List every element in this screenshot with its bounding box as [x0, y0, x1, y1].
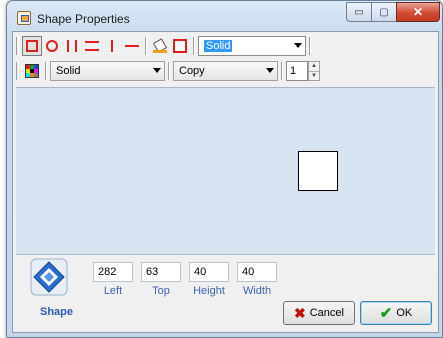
height-label: Height	[193, 285, 225, 297]
toolbar-separator	[45, 62, 47, 80]
dialog-client: Solid Solid Copy 1 ▲ ▼ 282 Left 63 Top 4…	[12, 31, 439, 333]
toolbar-separator	[193, 37, 195, 55]
circle-icon	[46, 40, 58, 52]
chevron-down-icon	[294, 43, 302, 48]
close-icon: ✕	[412, 5, 424, 19]
top-input[interactable]: 63	[141, 262, 181, 282]
chevron-down-icon	[153, 68, 161, 73]
draw-mode-value: Copy	[179, 65, 205, 77]
fill-style-value: Solid	[204, 40, 233, 52]
height-field: 40 Height	[189, 262, 229, 297]
preview-canvas[interactable]	[16, 87, 435, 255]
fill-rect-button[interactable]	[170, 36, 190, 56]
ok-button[interactable]: ✔ OK	[360, 301, 432, 325]
toolbar-grip[interactable]	[16, 37, 19, 55]
height-input[interactable]: 40	[189, 262, 229, 282]
rectangle-tool-button[interactable]	[22, 36, 42, 56]
section-label: Shape	[40, 306, 74, 318]
toolbar-separator	[168, 62, 170, 80]
checkmark-icon: ✔	[379, 304, 393, 322]
app-icon	[17, 11, 31, 25]
toolbar-separator	[145, 37, 147, 55]
chevron-down-icon	[266, 68, 274, 73]
vertical-lines-tool-button[interactable]	[62, 36, 82, 56]
horizontal-line-tool-button[interactable]	[122, 36, 142, 56]
move-arrows-icon[interactable]	[30, 258, 68, 296]
color-palette-button[interactable]	[22, 61, 42, 81]
line-toolbar: Solid Copy 1 ▲ ▼	[16, 59, 320, 83]
width-label: Width	[242, 285, 272, 297]
left-input[interactable]: 282	[93, 262, 133, 282]
minimize-icon: ▭	[354, 6, 364, 18]
line-style-value: Solid	[56, 65, 81, 77]
horizontal-lines-icon	[85, 41, 99, 51]
horizontal-lines-tool-button[interactable]	[82, 36, 102, 56]
vertical-line-tool-button[interactable]	[102, 36, 122, 56]
fill-style-select[interactable]: Solid	[198, 36, 306, 56]
fill-color-button[interactable]	[150, 36, 170, 56]
left-label: Left	[103, 285, 123, 297]
top-label: Top	[152, 285, 170, 297]
cancel-x-icon: ✖	[294, 305, 306, 321]
toolbar-separator	[309, 37, 311, 55]
left-field: 282 Left	[93, 262, 133, 297]
draw-mode-select[interactable]: Copy	[173, 61, 278, 81]
cancel-label: Cancel	[309, 307, 344, 319]
width-input[interactable]: 40	[237, 262, 277, 282]
minimize-button[interactable]: ▭	[346, 2, 372, 22]
filled-rectangle-icon	[173, 39, 187, 53]
shape-preview[interactable]	[298, 151, 338, 191]
maximize-button[interactable]: ▢	[371, 2, 397, 22]
window-title: Shape Properties	[37, 12, 130, 26]
rectangle-icon	[26, 40, 38, 52]
shape-toolbar: Solid	[16, 34, 314, 58]
vertical-lines-icon	[67, 40, 77, 52]
title-bar[interactable]: Shape Properties ▭ ▢ ✕	[7, 1, 442, 29]
paint-bucket-icon	[152, 38, 168, 54]
toolbar-separator	[281, 62, 283, 80]
close-button[interactable]: ✕	[396, 2, 440, 22]
shape-properties-window: Shape Properties ▭ ▢ ✕ Solid Solid Copy …	[6, 0, 443, 338]
maximize-icon: ▢	[379, 6, 389, 18]
circle-tool-button[interactable]	[42, 36, 62, 56]
ok-label: OK	[396, 307, 413, 319]
line-width-spinner[interactable]: ▲ ▼	[308, 61, 320, 81]
line-style-select[interactable]: Solid	[50, 61, 165, 81]
line-width-input[interactable]: 1	[286, 61, 308, 81]
horizontal-line-icon	[125, 45, 139, 47]
color-palette-icon	[25, 64, 39, 78]
toolbar-grip[interactable]	[16, 62, 19, 80]
width-field: 40 Width	[237, 262, 277, 297]
spin-up-icon[interactable]: ▲	[309, 62, 319, 71]
cancel-button[interactable]: ✖ Cancel	[283, 301, 355, 325]
spin-down-icon[interactable]: ▼	[309, 70, 319, 81]
top-field: 63 Top	[141, 262, 181, 297]
vertical-line-icon	[111, 40, 113, 52]
